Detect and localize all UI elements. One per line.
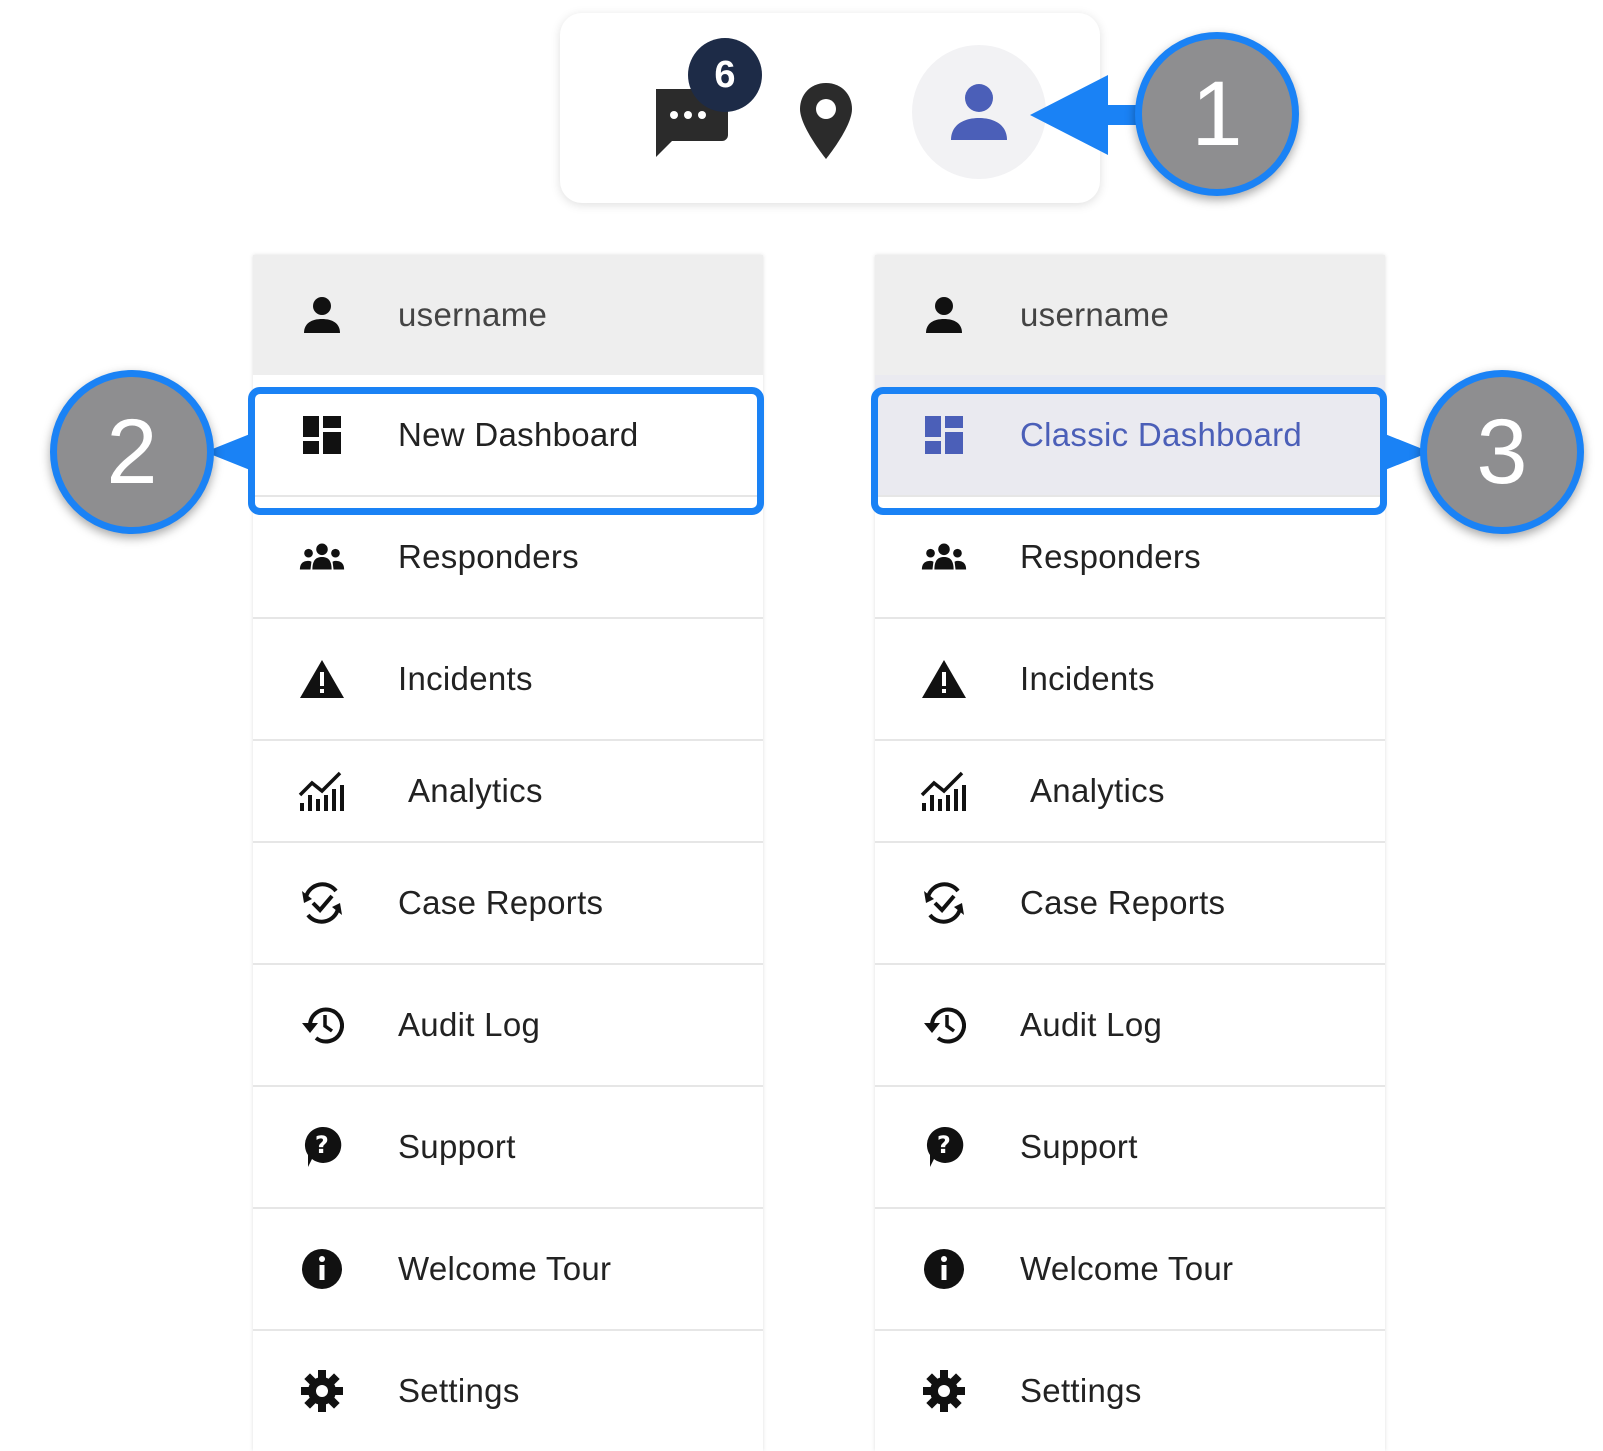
person-icon <box>297 290 347 340</box>
menu-item-new-dashboard[interactable]: New Dashboard <box>253 375 763 497</box>
menu-item-analytics[interactable]: Analytics <box>875 741 1385 843</box>
callout-3: 3 <box>1420 370 1584 534</box>
menu-item-responders[interactable]: Responders <box>875 497 1385 619</box>
menu-item-support[interactable]: ? Support <box>253 1087 763 1209</box>
warning-icon <box>919 654 969 704</box>
menu-item-label: Responders <box>1020 538 1201 575</box>
info-icon <box>297 1244 347 1294</box>
user-menu-right: username Classic Dashboard Responders In… <box>875 255 1385 1451</box>
menu-username: username <box>875 255 1385 375</box>
menu-item-label: Support <box>1020 1128 1138 1165</box>
sync-check-icon <box>919 878 969 928</box>
dashboard-icon <box>919 410 969 460</box>
menu-username: username <box>253 255 763 375</box>
help-icon: ? <box>919 1122 969 1172</box>
menu-item-welcome-tour[interactable]: Welcome Tour <box>875 1209 1385 1331</box>
menu-item-label: Settings <box>1020 1372 1142 1409</box>
username-label: username <box>1020 296 1170 333</box>
menu-item-case-reports[interactable]: Case Reports <box>253 843 763 965</box>
menu-item-audit-log[interactable]: Audit Log <box>253 965 763 1087</box>
menu-item-label: Classic Dashboard <box>1020 416 1303 453</box>
menu-item-label: Incidents <box>1020 660 1155 697</box>
chat-badge: 6 <box>688 38 762 112</box>
help-icon: ? <box>297 1122 347 1172</box>
menu-item-label: Case Reports <box>398 884 604 921</box>
menu-item-incidents[interactable]: Incidents <box>875 619 1385 741</box>
menu-item-label: Analytics <box>1030 772 1165 809</box>
menu-item-audit-log[interactable]: Audit Log <box>875 965 1385 1087</box>
user-icon <box>951 84 1007 140</box>
dashboard-icon <box>297 410 347 460</box>
menu-item-label: Case Reports <box>1020 884 1226 921</box>
menu-item-classic-dashboard[interactable]: Classic Dashboard <box>875 375 1385 497</box>
menu-item-responders[interactable]: Responders <box>253 497 763 619</box>
callout-1: 1 <box>1135 32 1299 196</box>
analytics-icon <box>919 766 969 816</box>
sync-check-icon <box>297 878 347 928</box>
menu-item-label: New Dashboard <box>398 416 639 453</box>
gear-icon <box>297 1366 347 1416</box>
menu-item-label: Settings <box>398 1372 520 1409</box>
gear-icon <box>919 1366 969 1416</box>
group-icon <box>297 532 347 582</box>
menu-item-label: Audit Log <box>1020 1006 1163 1043</box>
menu-item-support[interactable]: ? Support <box>875 1087 1385 1209</box>
menu-item-settings[interactable]: Settings <box>253 1331 763 1451</box>
username-label: username <box>398 296 548 333</box>
svg-text:?: ? <box>937 1131 951 1159</box>
menu-item-incidents[interactable]: Incidents <box>253 619 763 741</box>
menu-item-analytics[interactable]: Analytics <box>253 741 763 843</box>
menu-item-case-reports[interactable]: Case Reports <box>875 843 1385 965</box>
history-icon <box>919 1000 969 1050</box>
info-icon <box>919 1244 969 1294</box>
menu-item-label: Welcome Tour <box>1020 1250 1234 1287</box>
group-icon <box>919 532 969 582</box>
menu-item-settings[interactable]: Settings <box>875 1331 1385 1451</box>
user-menu-left: username New Dashboard Responders Incide… <box>253 255 763 1451</box>
top-toolbar: 6 <box>560 13 1100 203</box>
history-icon <box>297 1000 347 1050</box>
callout-2: 2 <box>50 370 214 534</box>
menu-item-welcome-tour[interactable]: Welcome Tour <box>253 1209 763 1331</box>
warning-icon <box>297 654 347 704</box>
menu-item-label: Audit Log <box>398 1006 541 1043</box>
menu-item-label: Welcome Tour <box>398 1250 612 1287</box>
menu-item-label: Analytics <box>408 772 543 809</box>
menu-item-label: Support <box>398 1128 516 1165</box>
menu-item-label: Responders <box>398 538 579 575</box>
svg-text:?: ? <box>315 1131 329 1159</box>
menu-item-label: Incidents <box>398 660 533 697</box>
user-avatar-button[interactable] <box>912 45 1046 179</box>
person-icon <box>919 290 969 340</box>
location-pin-icon[interactable] <box>796 81 856 161</box>
analytics-icon <box>297 766 347 816</box>
